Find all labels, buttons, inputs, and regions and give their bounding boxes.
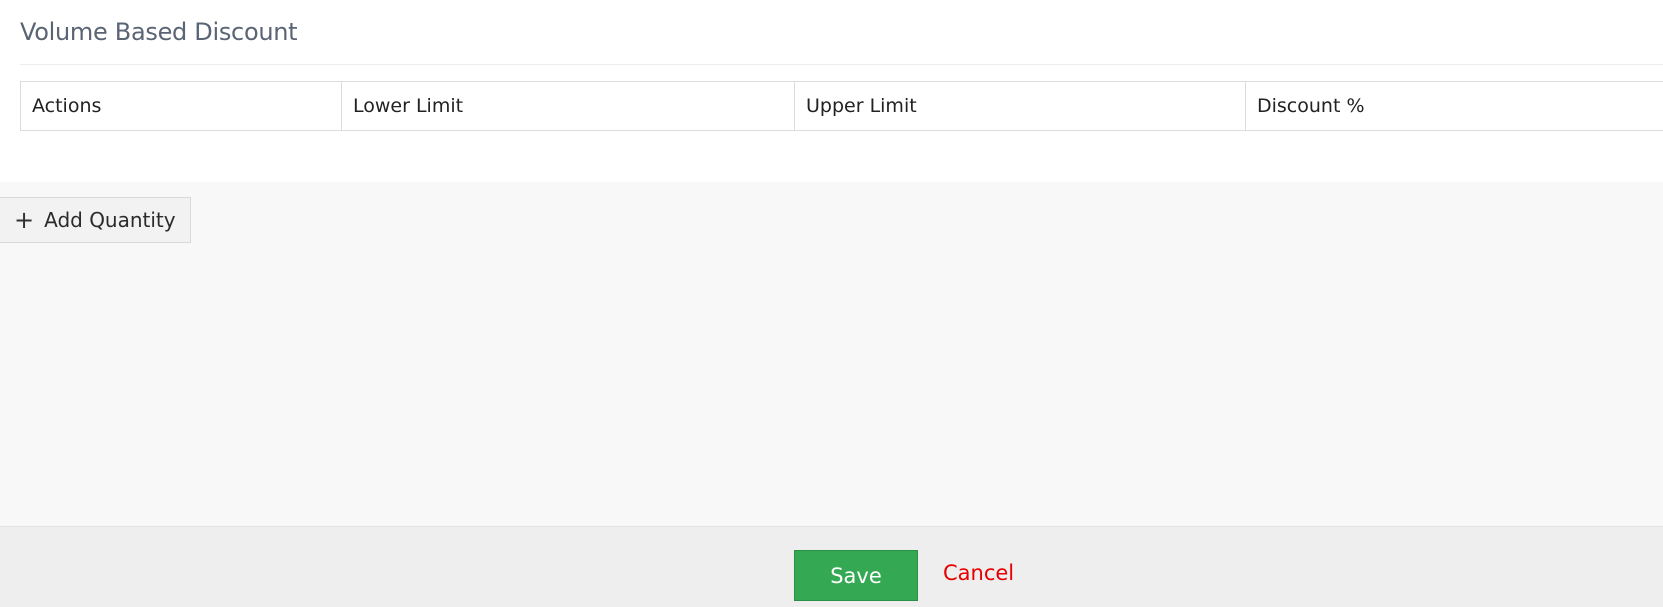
column-header-discount-percent: Discount % — [1257, 95, 1365, 117]
cancel-link[interactable]: Cancel — [943, 561, 1014, 585]
column-header-upper-limit: Upper Limit — [795, 82, 1246, 130]
column-header-lower-limit: Lower Limit — [342, 82, 795, 130]
add-quantity-button[interactable]: + Add Quantity — [0, 197, 191, 243]
form-footer: Save Cancel — [0, 526, 1663, 607]
section-title: Volume Based Discount — [20, 18, 298, 46]
discount-table-header: Actions Lower Limit Upper Limit Discount… — [20, 81, 1663, 131]
save-button[interactable]: Save — [794, 550, 918, 601]
column-header-actions: Actions — [21, 82, 342, 130]
discount-panel: Volume Based Discount Actions Lower Limi… — [0, 0, 1663, 182]
title-divider — [20, 64, 1663, 65]
add-quantity-label: Add Quantity — [44, 208, 176, 232]
plus-icon: + — [14, 206, 35, 234]
